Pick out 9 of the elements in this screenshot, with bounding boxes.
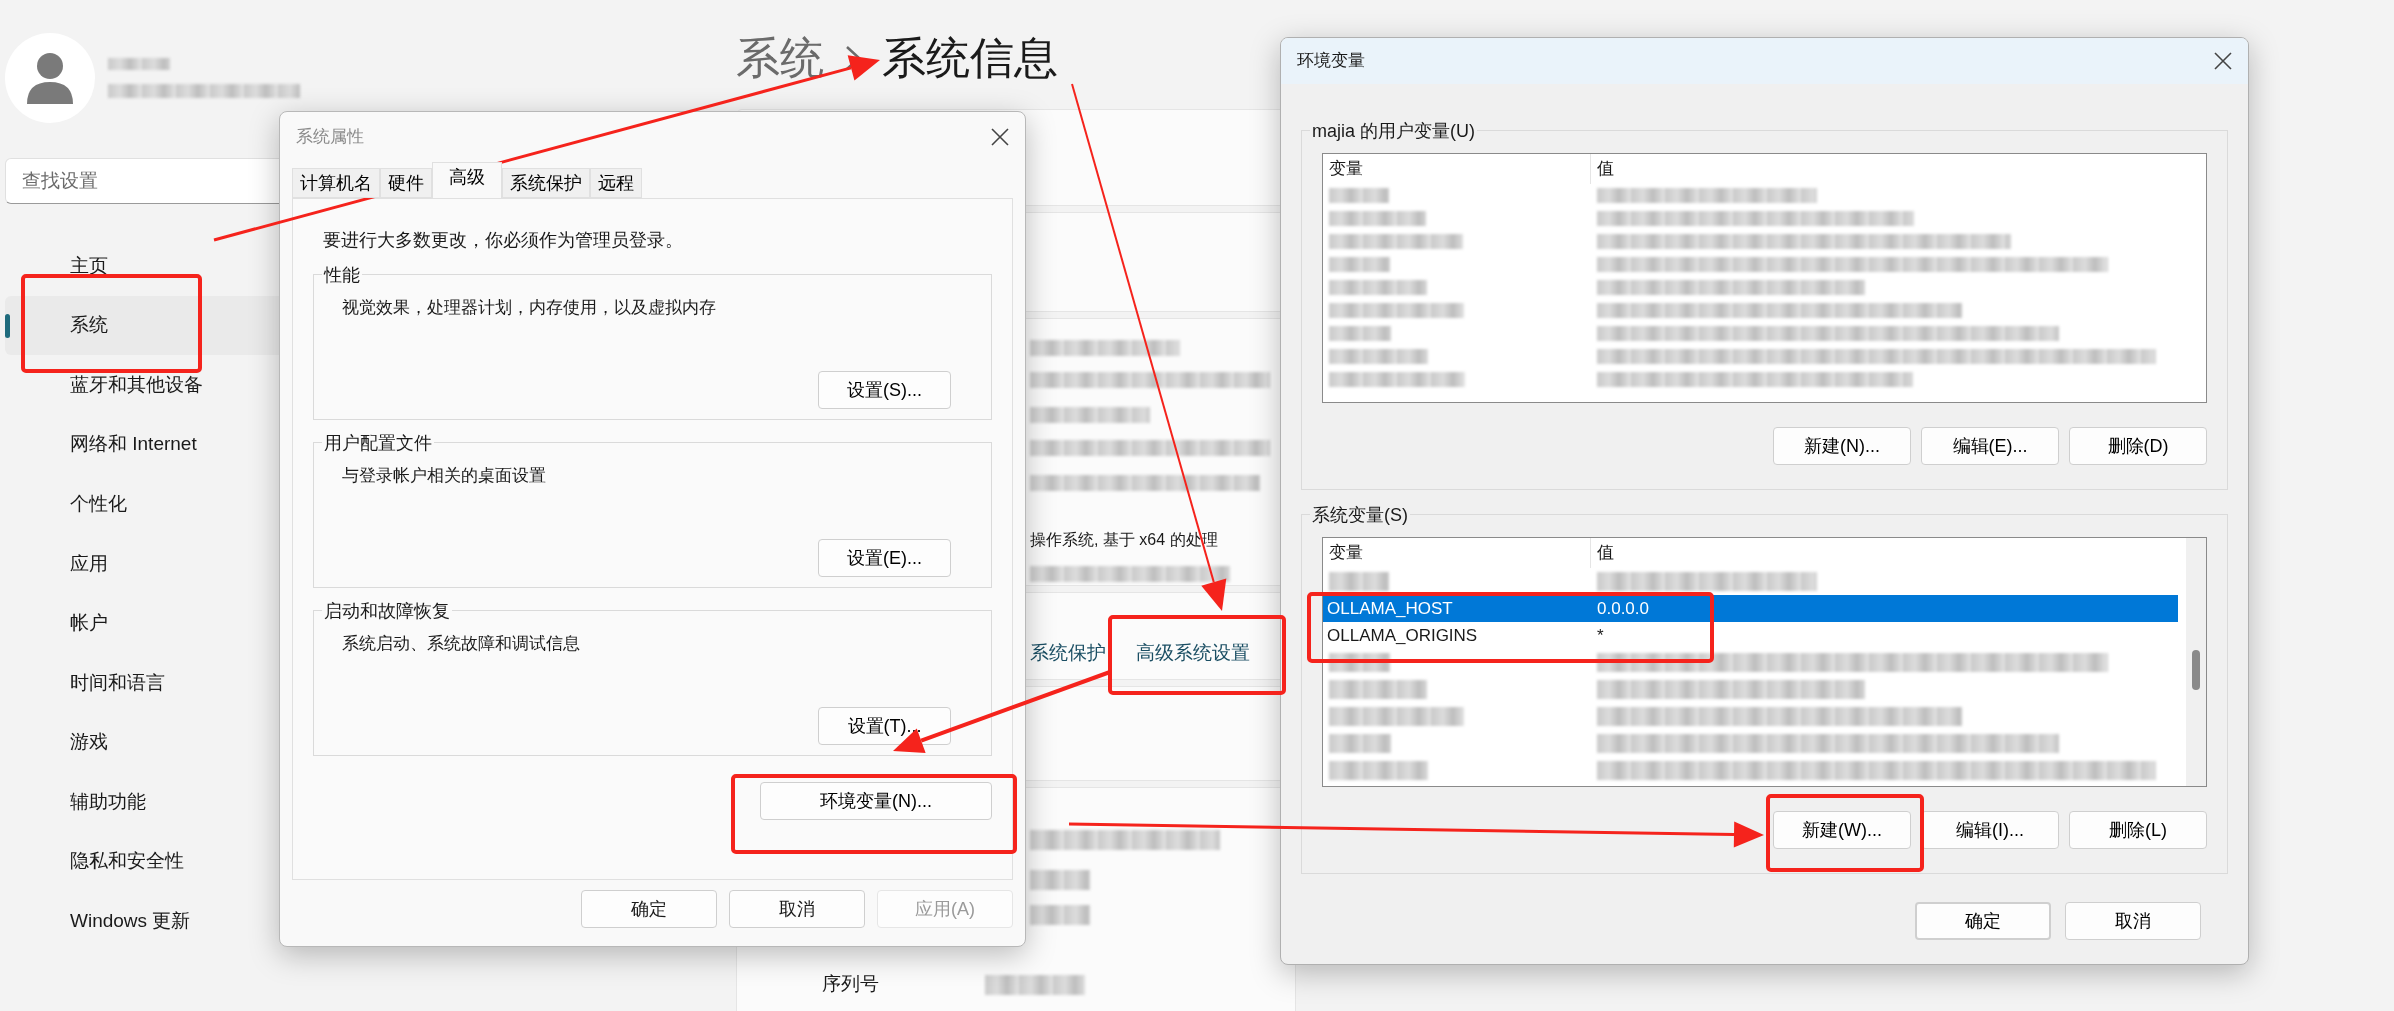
page-title: 系统信息	[882, 32, 1058, 84]
spec-label: 序列号	[822, 972, 880, 996]
group-description: 系统启动、系统故障和调试信息	[341, 633, 581, 655]
group-description: 与登录帐户相关的桌面设置	[341, 465, 547, 487]
group-description: 视觉效果，处理器计划，内存使用，以及虚拟内存	[341, 297, 717, 319]
notice-text: 要进行大多数更改，你必须作为管理员登录。	[322, 229, 684, 252]
info-text: 操作系统, 基于 x64 的处理	[1030, 530, 1218, 550]
window-title: 系统属性	[296, 126, 364, 149]
window-title: 环境变量	[1297, 50, 1365, 73]
